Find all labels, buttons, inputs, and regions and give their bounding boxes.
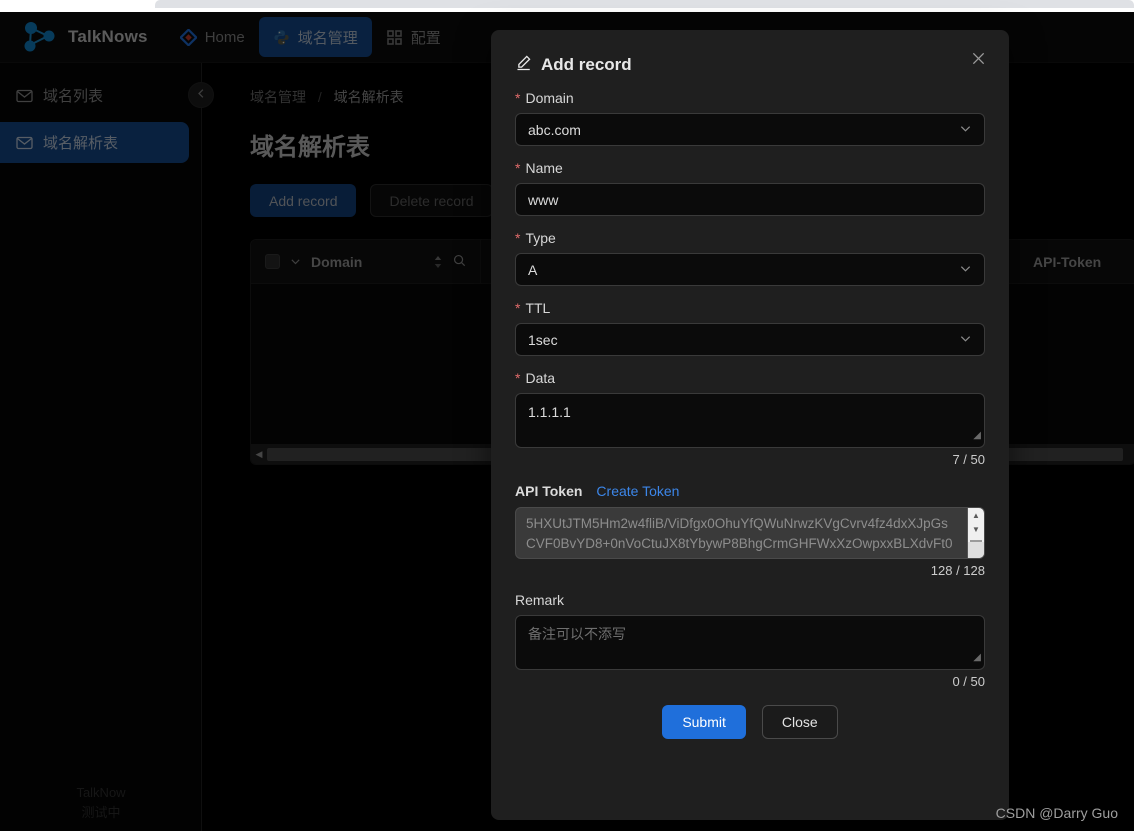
app-root: TalkNows Home 域名管理 bbox=[0, 0, 1134, 831]
required-marker: * bbox=[515, 230, 521, 246]
modal-title-text: Add record bbox=[541, 55, 632, 74]
ttl-select-value: 1sec bbox=[528, 331, 558, 348]
watermark: CSDN @Darry Guo bbox=[995, 805, 1118, 821]
field-domain-label-text: Domain bbox=[525, 90, 574, 106]
browser-top-strip bbox=[0, 0, 1134, 12]
field-type-label: * Type bbox=[515, 230, 985, 246]
field-type-label-text: Type bbox=[525, 230, 556, 246]
resize-grip-icon[interactable]: ◢ bbox=[973, 648, 981, 667]
remark-textarea[interactable]: 备注可以不添写 ◢ bbox=[515, 615, 985, 670]
data-counter: 7 / 50 bbox=[952, 452, 985, 467]
chevron-down-icon bbox=[959, 262, 972, 278]
domain-select-value: abc.com bbox=[528, 121, 581, 138]
domain-select[interactable]: abc.com bbox=[515, 113, 985, 146]
api-token-textarea[interactable]: 5HXUtJTM5Hm2w4fliB/ViDfgx0OhuYfQWuNrwzKV… bbox=[515, 507, 985, 559]
scroll-down-arrow-icon[interactable]: ▼ bbox=[972, 522, 980, 536]
field-data: * Data 1.1.1.1 ◢ 7 / 50 bbox=[515, 370, 985, 467]
scroll-up-arrow-icon[interactable]: ▲ bbox=[972, 508, 980, 522]
chevron-down-icon bbox=[959, 122, 972, 138]
field-data-label: * Data bbox=[515, 370, 985, 386]
close-button[interactable]: Close bbox=[761, 705, 838, 739]
type-select[interactable]: A bbox=[515, 253, 985, 286]
data-textarea-value: 1.1.1.1 bbox=[528, 404, 571, 420]
modal-close-button[interactable] bbox=[965, 48, 991, 74]
close-icon bbox=[971, 51, 986, 71]
create-token-link[interactable]: Create Token bbox=[596, 483, 679, 499]
required-marker: * bbox=[515, 370, 521, 386]
ttl-select[interactable]: 1sec bbox=[515, 323, 985, 356]
field-remark: Remark 备注可以不添写 ◢ 0 / 50 bbox=[515, 592, 985, 689]
api-token-value: 5HXUtJTM5Hm2w4fliB/ViDfgx0OhuYfQWuNrwzKV… bbox=[526, 516, 953, 558]
field-ttl-label: * TTL bbox=[515, 300, 985, 316]
type-select-value: A bbox=[528, 261, 538, 278]
data-textarea[interactable]: 1.1.1.1 ◢ bbox=[515, 393, 985, 448]
name-input[interactable]: www bbox=[515, 183, 985, 216]
field-ttl: * TTL 1sec bbox=[515, 300, 985, 356]
modal-actions: Submit Close bbox=[515, 705, 985, 739]
scrollbar-track[interactable] bbox=[968, 536, 984, 542]
pencil-edit-icon bbox=[515, 54, 532, 76]
modal-title: Add record bbox=[515, 54, 985, 76]
field-name: * Name www bbox=[515, 160, 985, 216]
required-marker: * bbox=[515, 300, 521, 316]
field-remark-label: Remark bbox=[515, 592, 985, 608]
api-token-scrollbar[interactable]: ▲ ▼ bbox=[967, 508, 984, 558]
resize-grip-icon[interactable] bbox=[968, 542, 984, 558]
name-input-value: www bbox=[528, 191, 559, 208]
api-token-header: API Token Create Token bbox=[515, 483, 985, 499]
api-token-counter: 128 / 128 bbox=[930, 563, 985, 578]
required-marker: * bbox=[515, 90, 521, 106]
field-name-label: * Name bbox=[515, 160, 985, 176]
field-ttl-label-text: TTL bbox=[525, 300, 551, 316]
required-marker: * bbox=[515, 160, 521, 176]
browser-tab-stub bbox=[155, 0, 1134, 8]
submit-button[interactable]: Submit bbox=[662, 705, 746, 739]
remark-counter: 0 / 50 bbox=[952, 674, 985, 689]
add-record-modal: Add record * Domain abc.com * Name www *… bbox=[491, 30, 1009, 820]
field-name-label-text: Name bbox=[525, 160, 563, 176]
chevron-down-icon bbox=[959, 332, 972, 348]
resize-grip-icon[interactable]: ◢ bbox=[973, 426, 981, 445]
field-type: * Type A bbox=[515, 230, 985, 286]
api-token-label: API Token bbox=[515, 483, 583, 499]
field-remark-label-text: Remark bbox=[515, 592, 565, 608]
remark-placeholder: 备注可以不添写 bbox=[528, 626, 626, 642]
field-domain: * Domain abc.com bbox=[515, 90, 985, 146]
field-data-label-text: Data bbox=[525, 370, 556, 386]
field-domain-label: * Domain bbox=[515, 90, 985, 106]
